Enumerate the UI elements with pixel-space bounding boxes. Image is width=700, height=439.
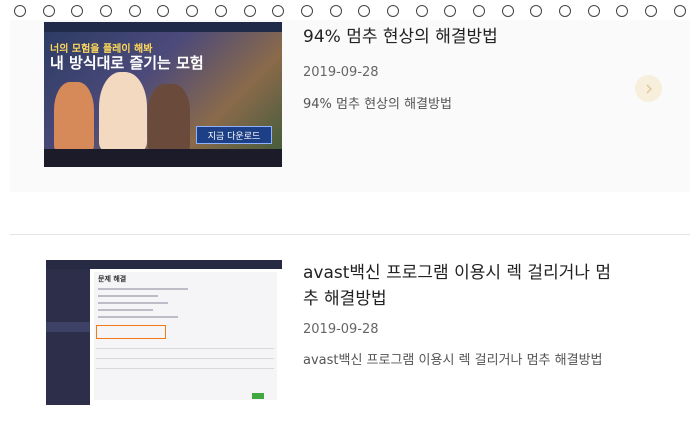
character-illustration [99,72,147,150]
thumbnail-sidebar-active [46,322,90,332]
thumbnail-setting-row [96,362,274,369]
hole [386,5,399,17]
thumbnail-panel-title: 문제 해결 [98,275,127,283]
thumbnail-text-line [98,309,153,311]
post-date: 2019-09-28 [303,65,379,80]
hole [358,5,371,17]
hole [415,5,428,17]
hole [128,5,141,17]
thumbnail-text-line [98,295,158,297]
post-card[interactable]: 문제 해결 avast백신 프로그램 이용시 렉 걸리거나 멈추 해결방법 20… [10,250,690,425]
post-card[interactable]: 너의 모험을 플레이 해봐 내 방식대로 즐기는 모험 지금 다운로드 94% … [10,20,690,192]
post-date: 2019-09-28 [303,322,379,337]
post-excerpt: avast백신 프로그램 이용시 렉 걸리거나 멈추 해결방법 [303,353,603,368]
hole [530,5,543,17]
hole [329,5,342,17]
hole [42,5,55,17]
thumbnail-ok-button [252,393,264,399]
thumbnail-sidebar [46,260,90,405]
post-title[interactable]: avast백신 프로그램 이용시 렉 걸리거나 멈추 해결방법 [303,260,613,312]
thumbnail-download-button: 지금 다운로드 [196,126,272,144]
hole [587,5,600,17]
thumbnail-subheadline: 내 방식대로 즐기는 모험 [50,54,204,72]
notebook-holes [0,0,700,22]
post-title[interactable]: 94% 멈추 현상의 해결방법 [303,24,623,50]
thumbnail-highlight-box [96,325,166,339]
hole [673,5,686,17]
thumbnail-text-line [98,316,178,318]
hole [559,5,572,17]
thumbnail-text-line [98,302,168,304]
hole [616,5,629,17]
thumbnail-bottom-bar [44,149,282,167]
hole [214,5,227,17]
hole [272,5,285,17]
hole [501,5,514,17]
hole [300,5,313,17]
hole [645,5,658,17]
thumbnail-window-bar [46,260,282,269]
thumbnail-setting-row [96,352,274,359]
hole [444,5,457,17]
hole [100,5,113,17]
post-excerpt: 94% 멈추 현상의 해결방법 [303,97,452,112]
next-button[interactable] [635,75,662,102]
chevron-right-icon [645,83,652,94]
divider [10,234,690,235]
character-illustration [148,84,190,152]
hole [14,5,26,17]
post-thumbnail[interactable]: 너의 모험을 플레이 해봐 내 방식대로 즐기는 모험 지금 다운로드 [44,22,282,167]
hole [473,5,485,17]
thumbnail-text-line [98,288,188,290]
thumbnail-window-bar [44,22,282,32]
post-thumbnail[interactable]: 문제 해결 [46,260,282,405]
hole [186,5,199,17]
character-illustration [54,82,94,152]
hole [71,5,84,17]
thumbnail-setting-row [96,342,274,349]
hole [243,5,256,17]
hole [157,5,170,17]
